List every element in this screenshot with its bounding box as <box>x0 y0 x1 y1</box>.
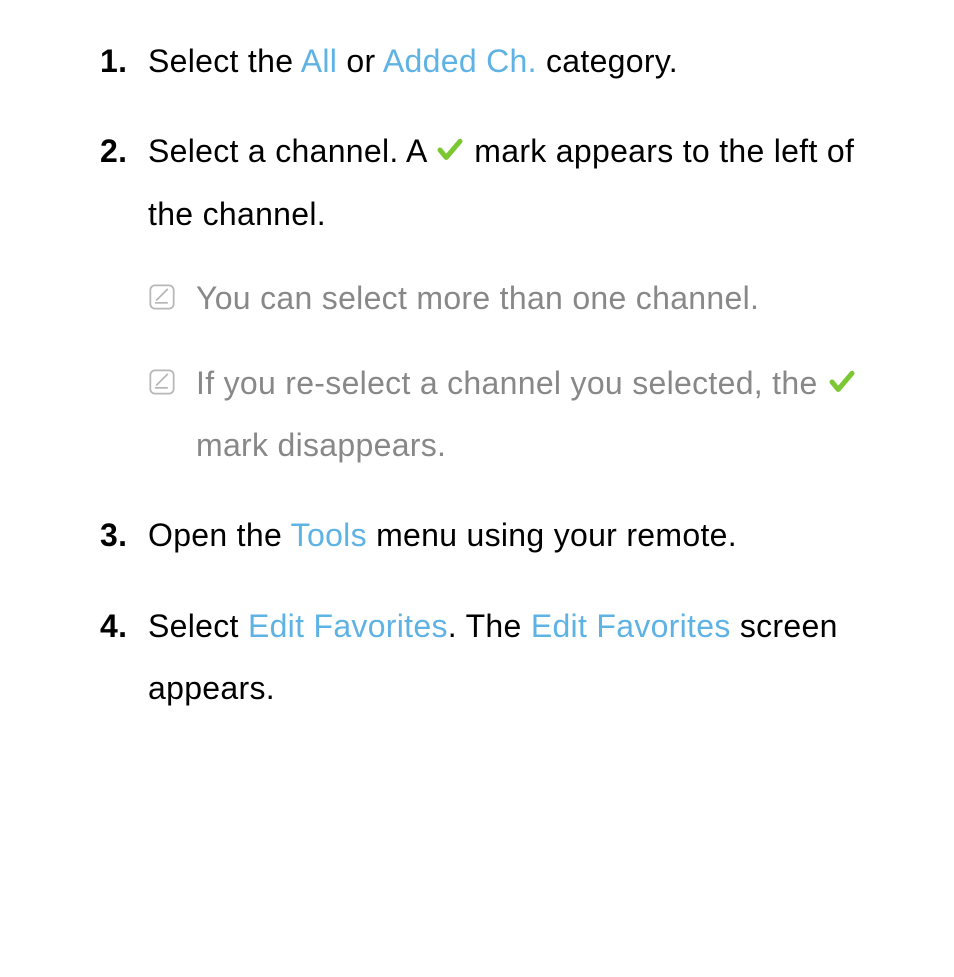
items.2-segment: Open the <box>148 517 291 553</box>
items.1.notes.0-segment: You can select more than one channel. <box>196 280 759 316</box>
step-note: If you re-select a channel you selected,… <box>148 352 894 477</box>
items.1.notes.1-segment: mark disappears. <box>196 427 446 463</box>
step-number: 2. <box>100 120 127 182</box>
step-number: 1. <box>100 30 127 92</box>
items.3-segment: Edit Favorites <box>531 608 731 644</box>
instruction-list: 1. Select the All or Added Ch. category. 2… <box>100 30 894 720</box>
items.0-segment: or <box>337 43 383 79</box>
check-icon <box>827 367 857 397</box>
items.3-segment: Edit Favorites <box>248 608 448 644</box>
note-body: If you re-select a channel you selected,… <box>196 352 894 477</box>
instruction-step: 4. Select Edit Favorites. The Edit Favori… <box>100 595 894 720</box>
items.0-segment: Select the <box>148 43 301 79</box>
instruction-step: 2. Select a channel. A mark appears to th… <box>100 120 894 476</box>
items.3-segment: Select <box>148 608 248 644</box>
items.2-segment: Tools <box>291 517 367 553</box>
note-icon <box>148 283 176 311</box>
step-body: Open the Tools menu using your remote. <box>148 504 894 566</box>
items.0-segment: Added Ch. <box>383 43 537 79</box>
items.0-segment: category. <box>537 43 678 79</box>
items.1-segment: Select a channel. A <box>148 133 435 169</box>
items.3-segment: . The <box>448 608 531 644</box>
check-icon <box>435 135 465 165</box>
items.0-segment: All <box>301 43 337 79</box>
step-body: Select Edit Favorites. The Edit Favorite… <box>148 595 894 720</box>
step-number: 3. <box>100 504 127 566</box>
note-body: You can select more than one channel. <box>196 267 894 329</box>
step-body: Select the All or Added Ch. category. <box>148 30 894 92</box>
items.2-segment: menu using your remote. <box>367 517 737 553</box>
note-icon <box>148 368 176 396</box>
step-note: You can select more than one channel. <box>148 267 894 329</box>
step-number: 4. <box>100 595 127 657</box>
items.1.notes.1-segment: If you re-select a channel you selected,… <box>196 365 827 401</box>
instruction-step: 1. Select the All or Added Ch. category. <box>100 30 894 92</box>
instruction-step: 3. Open the Tools menu using your remote. <box>100 504 894 566</box>
step-body: Select a channel. A mark appears to the … <box>148 120 894 245</box>
